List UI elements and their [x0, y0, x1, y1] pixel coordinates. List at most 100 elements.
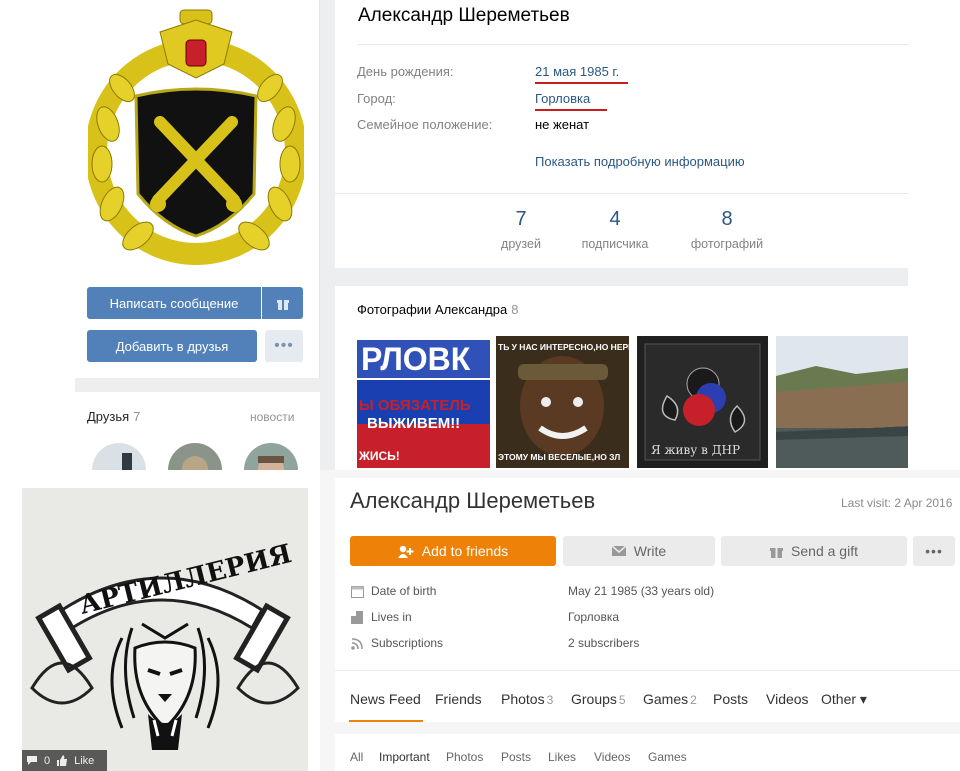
divider — [335, 670, 960, 671]
add-user-icon — [397, 545, 414, 558]
friends-count: 7 — [133, 409, 141, 424]
tab-games[interactable]: Games 2 — [643, 691, 697, 707]
stat-label: фотографий — [690, 237, 764, 251]
write-label: Write — [633, 543, 667, 559]
artillery-lion-drawing[interactable]: АРТИЛЛЕРИЯ — [22, 488, 308, 771]
date-of-birth-label: Date of birth — [371, 584, 437, 598]
send-gift-label: Send a gift — [791, 543, 858, 559]
tab-label: Posts — [713, 691, 749, 707]
like-label[interactable]: Like — [74, 755, 94, 767]
friends-news-link[interactable]: новости — [250, 410, 294, 424]
photo-thumbnail[interactable]: ТЬ У НАС ИНТЕРЕСНО,НО НЕРВ ЭТОМУ МЫ ВЕСЕ… — [496, 336, 629, 468]
photo-thumbnail[interactable] — [776, 336, 908, 468]
more-actions-button[interactable]: ••• — [265, 330, 303, 362]
write-button[interactable]: Write — [563, 536, 715, 566]
red-annotation-underline — [535, 82, 628, 84]
tab-groups[interactable]: Groups 5 — [571, 691, 626, 707]
more-options-button[interactable]: ••• — [913, 536, 955, 566]
friends-label: Друзья — [87, 409, 130, 424]
filter-games[interactable]: Games — [648, 750, 687, 764]
tab-label: Videos — [766, 691, 809, 707]
tab-count: 2 — [690, 693, 697, 707]
tab-friends[interactable]: Friends — [435, 691, 482, 707]
tab-label: Other ▾ — [821, 691, 867, 707]
gift-icon — [770, 547, 784, 558]
tab-photos[interactable]: Photos 3 — [501, 691, 553, 707]
tab-count: 5 — [618, 693, 626, 707]
send-gift-button[interactable]: Send a gift — [721, 536, 907, 566]
thumb-text: ВЫЖИВЕМ!! — [367, 415, 460, 432]
date-of-birth-value: May 21 1985 (33 years old) — [568, 584, 715, 598]
calendar-icon — [351, 586, 364, 598]
lives-in-value[interactable]: Горловка — [568, 610, 619, 624]
building-icon — [351, 611, 363, 624]
photos-title-label: Фотографии Александра — [357, 302, 508, 317]
tab-label: Games — [643, 691, 689, 707]
subscriptions-value[interactable]: 2 subscribers — [568, 636, 639, 650]
vk-column-gap — [320, 0, 335, 470]
tab-other[interactable]: Other ▾ — [821, 691, 867, 708]
family-label: Семейное положение: — [357, 117, 493, 132]
divider — [358, 44, 908, 45]
gift-icon — [276, 299, 289, 310]
birthday-value[interactable]: 21 мая 1985 г. — [535, 64, 619, 79]
filter-likes[interactable]: Likes — [548, 750, 576, 764]
divider — [335, 193, 908, 194]
gift-button[interactable] — [262, 287, 303, 319]
page-background-right — [908, 0, 960, 470]
stat-number: 7 — [515, 208, 527, 230]
stat-label: друзей — [501, 237, 541, 251]
thumb-text: Ы ОБЯЗАТЕЛЬ — [359, 397, 471, 414]
photo-thumbnail[interactable]: Я живу в ДНР — [637, 336, 768, 468]
thumb-text: РЛОВК — [361, 341, 471, 377]
photo-action-bar: 0 Like — [22, 750, 107, 771]
city-value[interactable]: Горловка — [535, 91, 590, 106]
stat-photos[interactable]: 8 фотографий — [677, 208, 777, 251]
thumb-text: ЭТОМУ МЫ ВЕСЕЛЫЕ,НО ЗЛ — [498, 452, 620, 462]
artillery-emblem-avatar[interactable] — [88, 4, 304, 274]
filter-posts[interactable]: Posts — [501, 750, 531, 764]
stat-number: 8 — [721, 208, 733, 230]
vk-card-gap-2 — [335, 268, 908, 286]
filter-photos[interactable]: Photos — [446, 750, 483, 764]
stat-friends[interactable]: 7 друзей — [471, 208, 571, 251]
filter-videos[interactable]: Videos — [594, 750, 630, 764]
comment-count: 0 — [44, 754, 51, 767]
tab-label: Photos — [501, 691, 545, 707]
filter-important[interactable]: Important — [379, 750, 430, 764]
friends-title[interactable]: Друзья 7 — [87, 409, 140, 424]
tabs-bottom-gap — [335, 722, 960, 734]
send-message-button[interactable]: Написать сообщение — [87, 287, 261, 319]
lives-in-label: Lives in — [371, 610, 412, 624]
stat-number: 4 — [609, 208, 621, 230]
show-details-link[interactable]: Показать подробную информацию — [535, 154, 745, 169]
tab-posts[interactable]: Posts — [713, 691, 748, 707]
screenshot-root: Написать сообщение Добавить в друзья •••… — [0, 0, 960, 771]
add-to-friends-button[interactable]: Add to friends — [350, 536, 556, 566]
tab-videos[interactable]: Videos — [766, 691, 809, 707]
photos-section-title[interactable]: Фотографии Александра 8 — [357, 302, 518, 317]
family-value: не женат — [535, 117, 590, 132]
comment-icon[interactable] — [26, 755, 38, 766]
add-friend-button[interactable]: Добавить в друзья — [87, 330, 257, 362]
tab-label: Friends — [435, 691, 482, 707]
filter-all[interactable]: All — [350, 750, 363, 764]
vk-card-gap — [75, 378, 320, 392]
page-background — [0, 0, 75, 470]
tab-count: 3 — [546, 693, 554, 707]
photos-count: 8 — [511, 302, 519, 317]
page-title: Александр Шереметьев — [358, 5, 570, 26]
thumb-text: ТЬ У НАС ИНТЕРЕСНО,НО НЕРВ — [498, 342, 629, 352]
city-label: Город: — [357, 91, 396, 106]
stat-followers[interactable]: 4 подписчика — [565, 208, 665, 251]
red-annotation-underline — [535, 109, 607, 111]
subscriptions-label: Subscriptions — [371, 636, 444, 650]
stat-label: подписчика — [581, 237, 649, 251]
tab-label: News Feed — [350, 691, 421, 707]
photo-thumbnail[interactable]: РЛОВК Ы ОБЯЗАТЕЛЬ ВЫЖИВЕМ!! ЖИСЬ! — [357, 336, 490, 468]
tab-news-feed[interactable]: News Feed — [350, 691, 421, 707]
thumb-text: Я живу в ДНР — [651, 443, 740, 457]
profile-name: Александр Шереметьев — [350, 488, 596, 513]
birthday-label: День рождения: — [357, 64, 454, 79]
like-icon[interactable] — [56, 755, 68, 766]
